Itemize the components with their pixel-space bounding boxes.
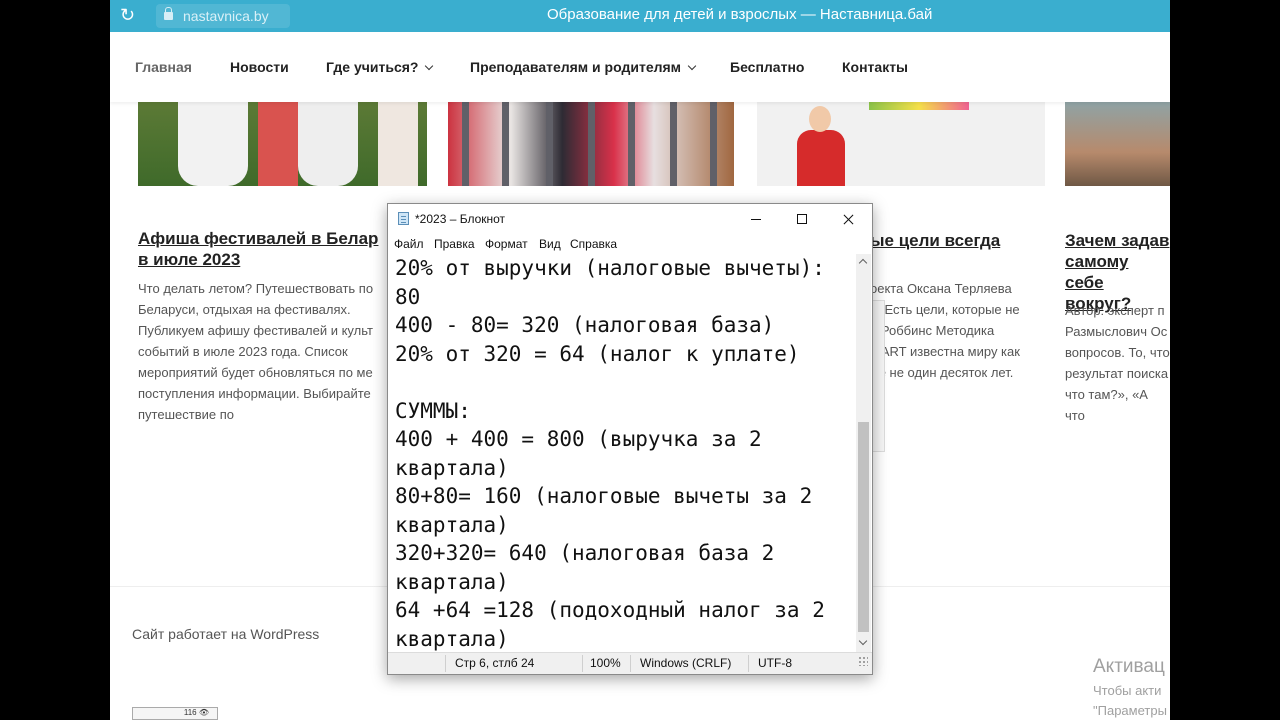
article-excerpt: Что делать летом? Путешествовать по Бела… <box>138 278 373 425</box>
activation-watermark-line: "Параметры <box>1093 703 1167 718</box>
notepad-text-area[interactable]: 20% от выручки (налоговые вычеты): 80 40… <box>388 254 856 652</box>
article-excerpt: оекта Оксана Терляева й. Есть цели, кото… <box>870 278 1020 383</box>
article-image-goals[interactable] <box>757 102 1045 186</box>
excerpt-line: й. Есть цели, которые не <box>870 302 1020 317</box>
menu-edit[interactable]: Правка <box>434 237 475 251</box>
notepad-window: *2023 – Блокнот Файл Правка Формат Вид С… <box>387 203 873 675</box>
text-line: 320+320= 640 (налоговая база 2 <box>395 541 775 565</box>
excerpt-line: Что делать летом? Путешествовать по <box>138 281 374 296</box>
article-title-line: в июле 2023 <box>138 250 241 269</box>
excerpt-line: же не один десяток лет. <box>870 365 1014 380</box>
text-line: квартала) <box>395 455 509 480</box>
nav-item-label: Где учиться? <box>326 59 419 75</box>
menu-view[interactable]: Вид <box>539 237 561 251</box>
nav-item-teachers-parents[interactable]: Преподавателям и родителям <box>470 59 697 75</box>
cursor-position: Стр 6, стлб 24 <box>455 656 535 670</box>
menu-file[interactable]: Файл <box>394 237 424 251</box>
text-line: 80 <box>395 284 421 309</box>
article-title-line: Афиша фестивалей в Белар <box>138 229 379 248</box>
text-line: 80+80= 160 (налоговые вычеты за 2 <box>395 484 813 508</box>
url-text: nastavnica.by <box>183 8 269 24</box>
article-excerpt: Автор: эксперт п Размыслович Ос вопросов… <box>1065 300 1170 426</box>
excerpt-line: Публикуем афишу фестивалей и культ <box>138 323 373 338</box>
excerpt-line: путешествие по <box>138 407 234 422</box>
excerpt-line: мероприятий будет обновляться по ме <box>138 365 373 380</box>
excerpt-line: результат поиска <box>1065 366 1169 381</box>
scroll-down-arrow-icon[interactable] <box>858 636 868 646</box>
browser-address-bar: ↻ nastavnica.by Образование для детей и … <box>110 0 1170 32</box>
nav-item-news[interactable]: Новости <box>230 59 289 75</box>
chevron-down-icon <box>425 61 434 71</box>
resize-grip-icon[interactable] <box>858 656 868 666</box>
notepad-title: *2023 – Блокнот <box>415 212 506 226</box>
notepad-statusbar: Стр 6, стлб 24 100% Windows (CRLF) UTF-8 <box>388 652 872 674</box>
excerpt-line: оекта Оксана Терляева <box>870 281 1012 296</box>
nav-item-label: Преподавателям и родителям <box>470 59 682 75</box>
nav-item-contacts[interactable]: Контакты <box>842 59 908 75</box>
excerpt-line: что там?», «А что <box>1065 387 1148 423</box>
footer-text: Сайт работает на WordPress <box>132 626 320 642</box>
article-title-line: Зачем задав <box>1065 231 1170 250</box>
text-line: 400 + 400 = 800 (выручка за 2 <box>395 427 762 451</box>
article-image-flamingos[interactable] <box>1065 102 1170 186</box>
text-line: квартала) <box>395 512 509 537</box>
text-line: 64 +64 =128 (подоходный налог за 2 <box>395 598 825 622</box>
excerpt-line: Размыслович Ос <box>1065 324 1168 339</box>
excerpt-line: Беларуси, отдыхая на фестивалях. <box>138 302 351 317</box>
text-line: 400 - 80= 320 (налоговая база) <box>395 313 775 337</box>
article-title-line: самому себе <box>1065 252 1129 292</box>
line-ending: Windows (CRLF) <box>640 656 732 670</box>
text-line: 20% от выручки (налоговые вычеты): <box>395 256 825 280</box>
reload-icon[interactable]: ↻ <box>120 5 135 26</box>
text-line: квартала) <box>395 569 509 594</box>
article-title[interactable]: Афиша фестивалей в Белар в июле 2023 <box>138 228 378 270</box>
menu-format[interactable]: Формат <box>485 237 528 251</box>
excerpt-line: событий в июле 2023 года. Список <box>138 344 348 359</box>
visit-counter[interactable]: 116 👁 <box>132 707 218 720</box>
counter-value: 116 <box>183 708 197 717</box>
nav-item-home[interactable]: Главная <box>135 59 192 75</box>
zoom-level: 100% <box>590 656 621 670</box>
text-line: 20% от 320 = 64 (налог к уплате) <box>395 341 800 366</box>
page-title: Образование для детей и взрослых — Наста… <box>547 6 933 23</box>
encoding: UTF-8 <box>758 656 792 670</box>
text-line: квартала) <box>395 626 509 651</box>
menu-help[interactable]: Справка <box>570 237 617 251</box>
article-image-graffiti[interactable] <box>448 102 734 186</box>
url-field[interactable]: nastavnica.by <box>156 4 290 28</box>
nav-item-free[interactable]: Бесплатно <box>730 59 804 75</box>
vertical-scrollbar[interactable] <box>856 254 871 652</box>
main-nav: Главная Новости Где учиться? Преподавате… <box>110 32 1170 102</box>
scroll-up-arrow-icon[interactable] <box>858 258 868 268</box>
close-icon[interactable] <box>825 204 871 234</box>
text-line: СУММЫ: <box>395 398 471 423</box>
article-image-festival[interactable] <box>138 102 427 186</box>
chevron-down-icon <box>687 61 697 71</box>
excerpt-line: поступления информации. Выбирайте <box>138 386 371 401</box>
activation-watermark-line: Чтобы акти <box>1093 683 1162 698</box>
excerpt-line: вопросов. То, что <box>1065 345 1170 360</box>
minimize-icon[interactable] <box>733 204 779 234</box>
notepad-menubar: Файл Правка Формат Вид Справка <box>388 234 872 254</box>
eye-icon: 👁 <box>198 708 209 717</box>
article-title[interactable]: ые цели всегда <box>870 230 1000 251</box>
scrollbar-thumb[interactable] <box>858 422 869 632</box>
lock-icon <box>164 7 173 20</box>
nav-item-where-to-study[interactable]: Где учиться? <box>326 59 434 75</box>
notepad-titlebar[interactable]: *2023 – Блокнот <box>388 204 872 234</box>
activation-watermark-title: Активац <box>1093 656 1165 677</box>
excerpt-line: и Роббинс Методика <box>870 323 995 338</box>
notepad-icon <box>398 212 409 225</box>
excerpt-line: MART известна миру как <box>870 344 1020 359</box>
maximize-icon[interactable] <box>779 204 825 234</box>
excerpt-line: Автор: эксперт п <box>1065 303 1165 318</box>
